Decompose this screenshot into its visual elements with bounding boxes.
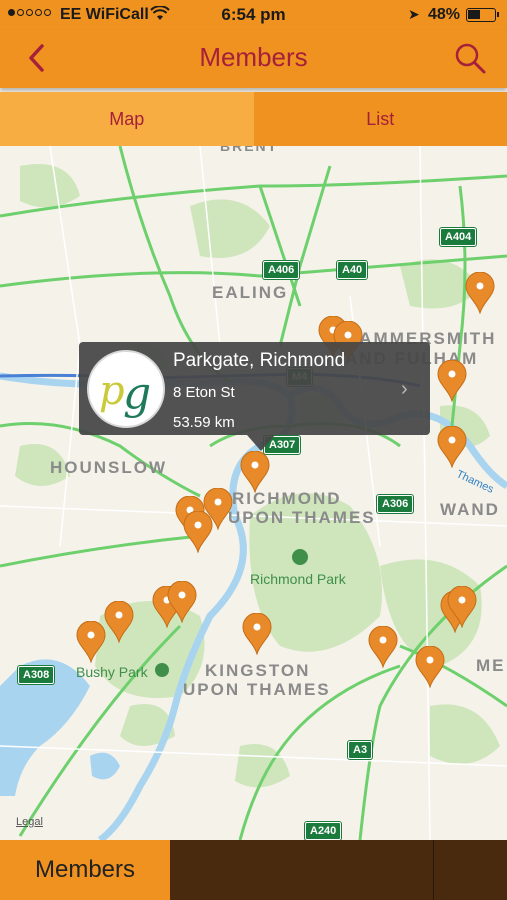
- callout-distance: 53.59 km: [173, 414, 235, 431]
- member-logo: p g: [87, 350, 165, 428]
- area-label: ME: [476, 656, 506, 675]
- screen: EE WiFiCall 6:54 pm ➤ 48% Members Map Li…: [0, 0, 507, 900]
- chevron-right-icon[interactable]: ›: [401, 378, 408, 401]
- bottom-tab-members[interactable]: Members: [0, 840, 170, 900]
- map-pin-icon[interactable]: [415, 645, 445, 689]
- road-badge: A306: [377, 495, 414, 513]
- callout-address: 8 Eton St: [173, 384, 235, 401]
- legal-link[interactable]: Legal: [16, 816, 43, 828]
- tree-icon: [155, 663, 169, 677]
- map-pin-icon[interactable]: [465, 271, 495, 315]
- tab-list[interactable]: List: [253, 92, 507, 146]
- member-callout[interactable]: p g Parkgate, Richmond 8 Eton St 53.59 k…: [79, 342, 430, 451]
- map-pin-icon[interactable]: [368, 625, 398, 669]
- search-button[interactable]: [452, 40, 488, 76]
- status-bar: EE WiFiCall 6:54 pm ➤ 48%: [0, 0, 507, 30]
- road-badge: A40: [337, 261, 368, 279]
- map-pin-icon[interactable]: [240, 450, 270, 494]
- battery-icon: [466, 8, 499, 22]
- map-pin-icon[interactable]: [242, 612, 272, 656]
- map-pin-icon[interactable]: [104, 600, 134, 644]
- tab-map[interactable]: Map: [0, 92, 254, 146]
- search-icon: [455, 43, 486, 74]
- area-label: BRENT: [220, 146, 279, 154]
- svg-text:g: g: [123, 368, 151, 419]
- page-title: Members: [199, 42, 308, 72]
- road-badge: A406: [263, 261, 300, 279]
- battery-percent: 48%: [428, 6, 461, 23]
- map-pin-icon[interactable]: [437, 359, 467, 403]
- area-label: WAND: [440, 500, 500, 519]
- area-label: UPON THAMES: [183, 680, 331, 699]
- map-view[interactable]: EALING HAMMERSMITH AND FULHAM HOUNSLOW R…: [0, 146, 507, 840]
- map-pin-icon[interactable]: [76, 620, 106, 664]
- area-label: KINGSTON: [205, 661, 311, 680]
- svg-text:p: p: [99, 368, 125, 414]
- road-badge: A404: [440, 228, 477, 246]
- nav-bar: Members: [0, 30, 507, 88]
- park-label: Richmond Park: [250, 571, 346, 587]
- park-label: Bushy Park: [76, 664, 148, 680]
- area-label: UPON THAMES: [228, 508, 376, 527]
- bottom-tab-bar: Members: [0, 840, 507, 900]
- tree-icon: [292, 549, 308, 565]
- area-label: HOUNSLOW: [50, 458, 168, 477]
- map-pin-icon[interactable]: [167, 580, 197, 624]
- callout-title: Parkgate, Richmond: [173, 350, 346, 371]
- map-pin-icon[interactable]: [437, 425, 467, 469]
- location-arrow-icon: ➤: [408, 6, 420, 22]
- map-pin-icon[interactable]: [447, 585, 477, 629]
- road-badge: A240: [305, 822, 342, 840]
- area-label: EALING: [212, 283, 289, 302]
- map-pin-icon[interactable]: [203, 487, 233, 531]
- bottom-tab-divider: [433, 840, 434, 900]
- road-badge: A308: [18, 666, 55, 684]
- road-badge: A3: [348, 741, 373, 759]
- view-switcher: Map List: [0, 92, 507, 146]
